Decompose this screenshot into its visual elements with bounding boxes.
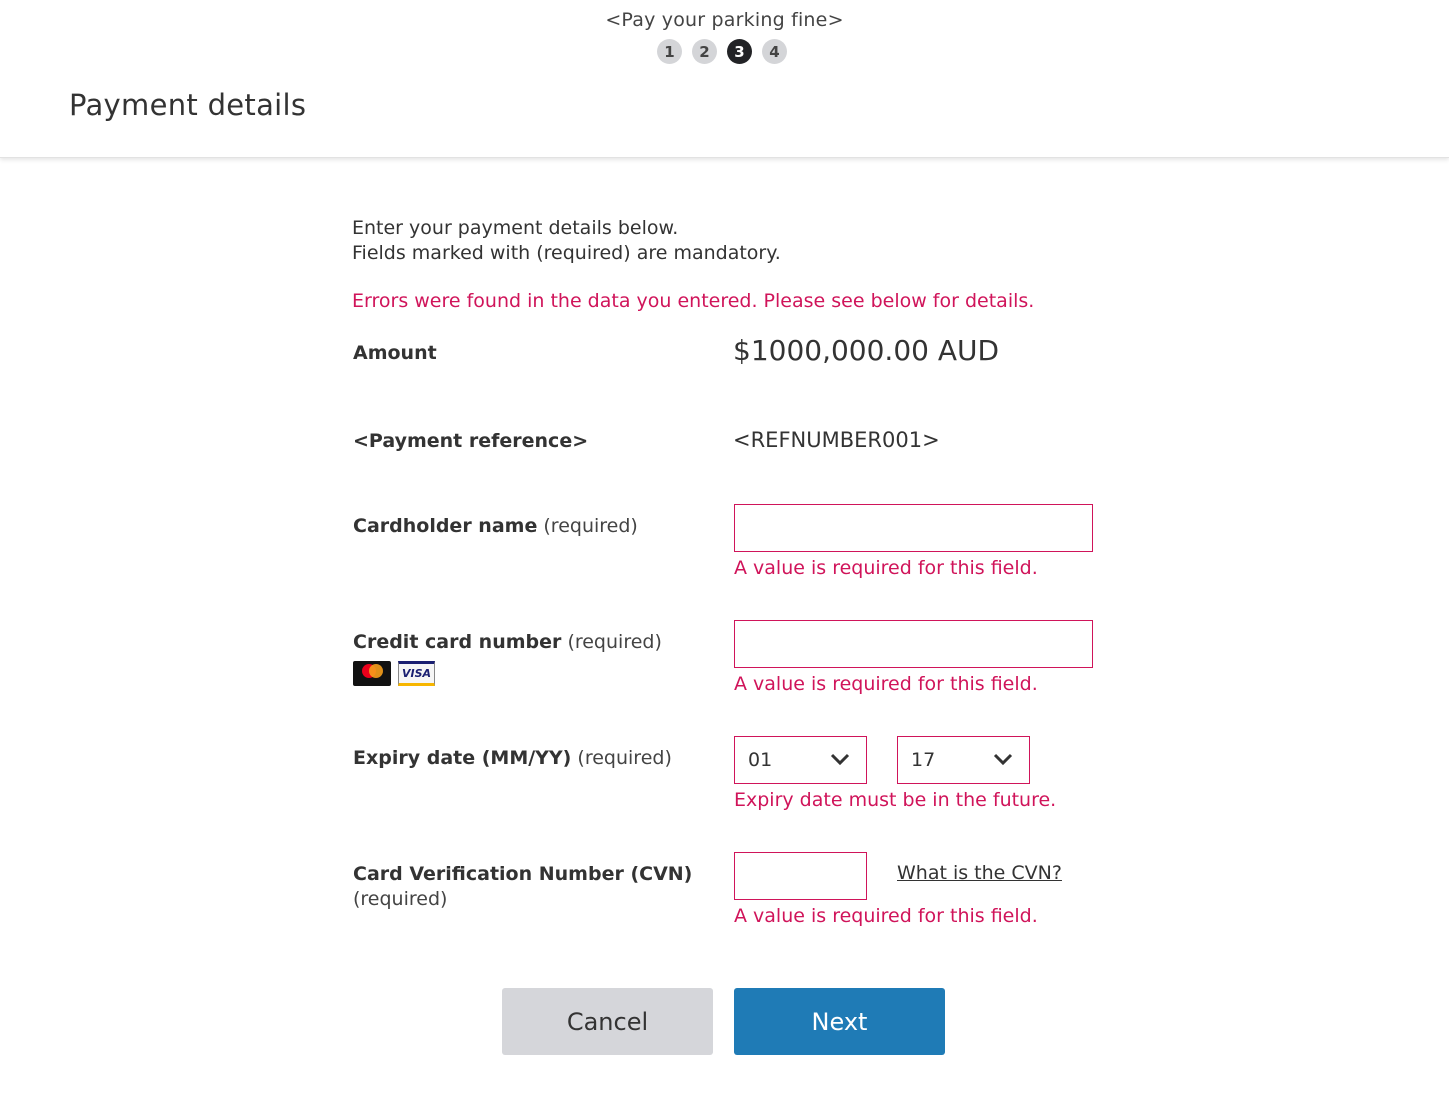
mastercard-logo: [353, 661, 391, 686]
amount-value: $1000,000.00 AUD: [733, 334, 1000, 367]
step-indicator: 1 2 3 4: [657, 39, 787, 64]
intro-line-1: Enter your payment details below.: [352, 217, 679, 239]
cardholder-label: Cardholder name (required): [353, 514, 638, 539]
accepted-cards: VISA: [353, 661, 435, 686]
step-2: 2: [692, 39, 717, 64]
expiry-month-select[interactable]: 01: [734, 736, 867, 784]
card-number-label-text: Credit card number: [353, 631, 562, 653]
required-marker: (required): [567, 631, 662, 653]
expiry-year-select[interactable]: 17: [897, 736, 1030, 784]
visa-logo-text: VISA: [401, 667, 432, 680]
expiry-error: Expiry date must be in the future.: [734, 789, 1057, 811]
required-marker: (required): [577, 747, 672, 769]
required-marker: (required): [353, 888, 448, 910]
card-number-input[interactable]: [734, 620, 1093, 668]
service-title: <Pay your parking fine>: [605, 9, 844, 31]
next-button[interactable]: Next: [734, 988, 945, 1055]
expiry-label: Expiry date (MM/YY) (required): [353, 746, 672, 771]
required-marker: (required): [543, 515, 638, 537]
reference-label-text: <Payment reference>: [353, 430, 589, 452]
intro-text: Enter your payment details below. Fields…: [352, 216, 781, 266]
intro-line-2: Fields marked with (required) are mandat…: [352, 242, 781, 264]
step-1: 1: [657, 39, 682, 64]
cancel-button[interactable]: Cancel: [502, 988, 713, 1055]
cardholder-name-input[interactable]: [734, 504, 1093, 552]
chevron-down-icon: [993, 753, 1013, 766]
expiry-month-value: 01: [748, 749, 773, 771]
cardholder-label-text: Cardholder name: [353, 515, 538, 537]
card-number-error: A value is required for this field.: [734, 673, 1038, 695]
card-number-label: Credit card number (required): [353, 630, 662, 655]
amount-label: Amount: [353, 341, 437, 366]
step-4: 4: [762, 39, 787, 64]
what-is-cvn-link[interactable]: What is the CVN?: [897, 862, 1062, 884]
cvn-label: Card Verification Number (CVN) (required…: [353, 862, 692, 912]
error-summary: Errors were found in the data you entere…: [352, 290, 1035, 312]
cardholder-error: A value is required for this field.: [734, 557, 1038, 579]
chevron-down-icon: [830, 753, 850, 766]
amount-label-text: Amount: [353, 342, 437, 364]
page-header: <Pay your parking fine> 1 2 3 4 Payment …: [0, 0, 1449, 158]
expiry-label-text: Expiry date (MM/YY): [353, 747, 572, 769]
cvn-input[interactable]: [734, 852, 867, 900]
expiry-year-value: 17: [911, 749, 936, 771]
step-3-current: 3: [727, 39, 752, 64]
cvn-label-text: Card Verification Number (CVN): [353, 863, 693, 885]
visa-logo: VISA: [398, 661, 435, 686]
reference-value: <REFNUMBER001>: [733, 428, 940, 452]
reference-label: <Payment reference>: [353, 429, 588, 454]
page-title: Payment details: [69, 88, 307, 122]
cvn-error: A value is required for this field.: [734, 905, 1038, 927]
